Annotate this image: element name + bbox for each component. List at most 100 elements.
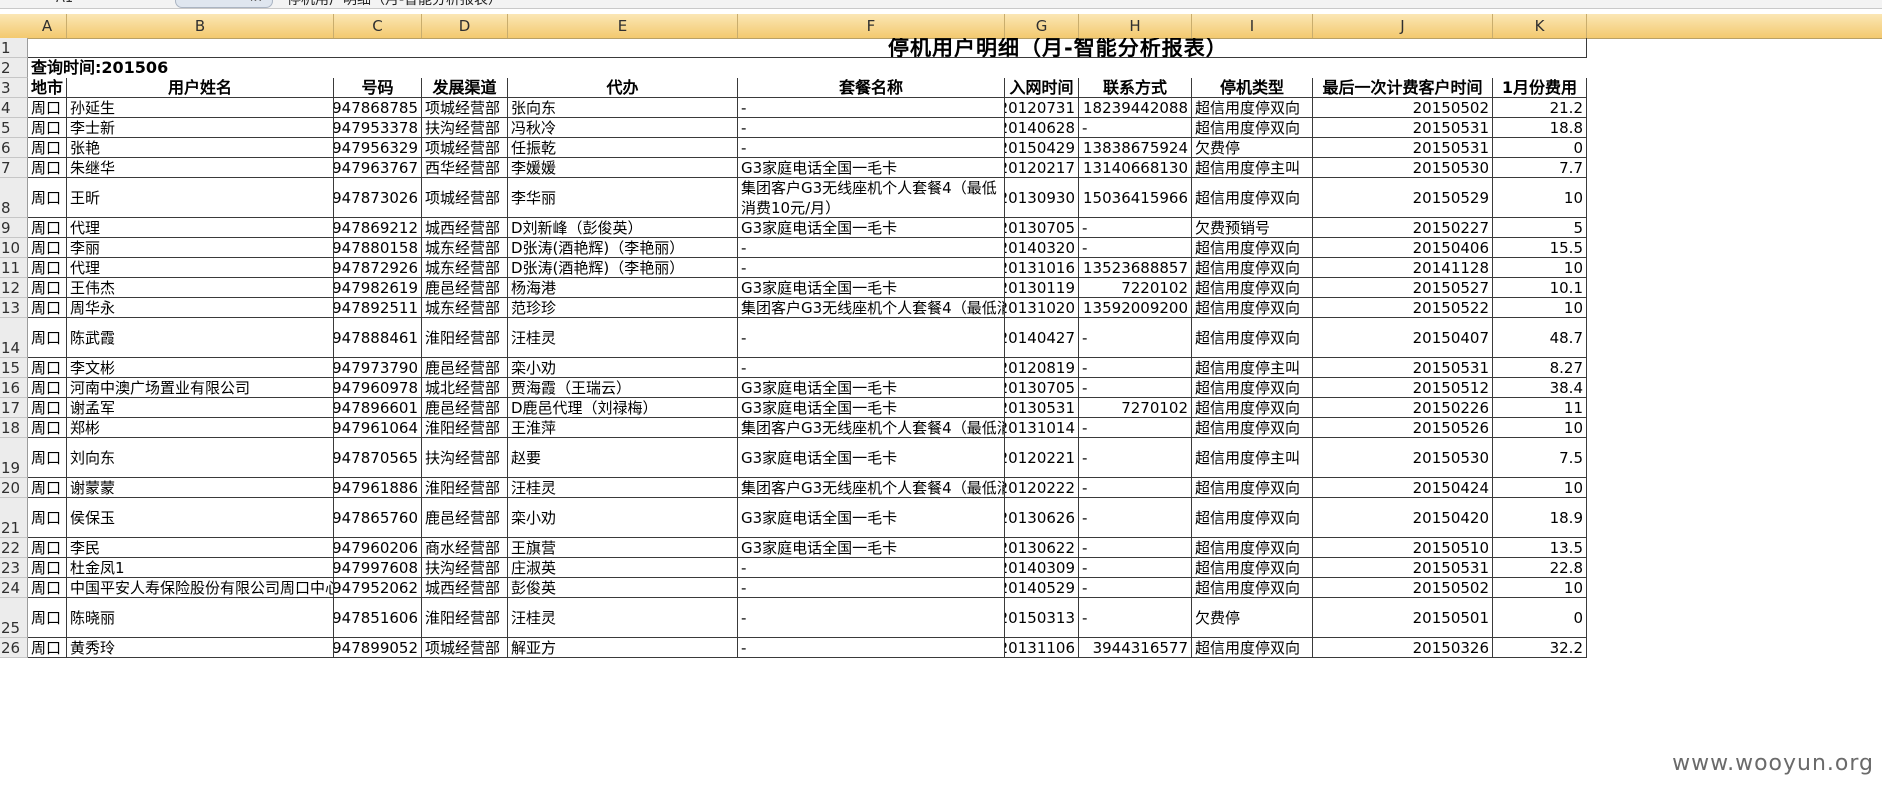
- table-cell-channel[interactable]: 城北经营部: [422, 378, 508, 398]
- table-cell-name[interactable]: 王昕: [67, 178, 334, 218]
- table-cell-channel[interactable]: 城西经营部: [422, 218, 508, 238]
- table-cell-last[interactable]: 20150226: [1313, 398, 1493, 418]
- table-cell-city[interactable]: 周口: [28, 138, 67, 158]
- table-cell-plan[interactable]: -: [738, 578, 1005, 598]
- table-cell-name[interactable]: 河南中澳广场置业有限公司: [67, 378, 334, 398]
- table-cell-type[interactable]: 超信用度停双向: [1192, 378, 1313, 398]
- table-cell-num[interactable]: 3947872926: [334, 258, 422, 278]
- table-cell-agent[interactable]: 汪桂灵: [508, 598, 738, 638]
- table-cell-fee[interactable]: 10: [1493, 258, 1587, 278]
- table-cell-name[interactable]: 代理: [67, 258, 334, 278]
- table-cell-name[interactable]: 张艳: [67, 138, 334, 158]
- column-header-i[interactable]: I: [1192, 14, 1313, 38]
- table-cell-agent[interactable]: 范珍珍: [508, 298, 738, 318]
- table-cell-agent[interactable]: 解亚方: [508, 638, 738, 658]
- table-cell-join[interactable]: 20131106: [1005, 638, 1079, 658]
- table-cell-agent[interactable]: 王淮萍: [508, 418, 738, 438]
- table-cell-name[interactable]: 杜金凤1: [67, 558, 334, 578]
- table-cell-name[interactable]: 李民: [67, 538, 334, 558]
- table-cell-num[interactable]: 3947956329: [334, 138, 422, 158]
- table-cell-num[interactable]: 3947982619: [334, 278, 422, 298]
- row-header-1[interactable]: 1: [0, 38, 28, 58]
- table-cell-num[interactable]: 3947865760: [334, 498, 422, 538]
- table-cell-join[interactable]: 20130705: [1005, 378, 1079, 398]
- table-cell-fee[interactable]: 0: [1493, 138, 1587, 158]
- table-cell-type[interactable]: 超信用度停双向: [1192, 638, 1313, 658]
- table-cell-plan[interactable]: -: [738, 258, 1005, 278]
- table-cell-type[interactable]: 超信用度停双向: [1192, 318, 1313, 358]
- table-cell-city[interactable]: 周口: [28, 178, 67, 218]
- formula-input[interactable]: 停机用户明细（月-智能分析报表）: [287, 0, 502, 8]
- table-cell-city[interactable]: 周口: [28, 158, 67, 178]
- header-1[interactable]: 地市: [28, 78, 67, 98]
- header-11[interactable]: 1月份费用: [1493, 78, 1587, 98]
- table-cell-channel[interactable]: 淮阳经营部: [422, 318, 508, 358]
- table-cell-last[interactable]: 20150512: [1313, 378, 1493, 398]
- column-header-a[interactable]: A: [28, 14, 67, 38]
- table-cell-fee[interactable]: 10.1: [1493, 278, 1587, 298]
- table-cell-channel[interactable]: 淮阳经营部: [422, 418, 508, 438]
- table-cell-join[interactable]: 20140320: [1005, 238, 1079, 258]
- table-cell-type[interactable]: 超信用度停主叫: [1192, 358, 1313, 378]
- row-header-7[interactable]: 7: [0, 158, 28, 178]
- table-cell-plan[interactable]: G3家庭电话全国一毛卡: [738, 158, 1005, 178]
- table-cell-contact[interactable]: 18239442088: [1079, 98, 1192, 118]
- table-cell-last[interactable]: 20150527: [1313, 278, 1493, 298]
- table-cell-last[interactable]: 20150501: [1313, 598, 1493, 638]
- table-cell-plan[interactable]: G3家庭电话全国一毛卡: [738, 538, 1005, 558]
- table-cell-city[interactable]: 周口: [28, 558, 67, 578]
- table-cell-city[interactable]: 周口: [28, 378, 67, 398]
- table-cell-contact[interactable]: -: [1079, 498, 1192, 538]
- table-cell-contact[interactable]: 13523688857: [1079, 258, 1192, 278]
- table-cell-plan[interactable]: G3家庭电话全国一毛卡: [738, 498, 1005, 538]
- table-cell-type[interactable]: 超信用度停双向: [1192, 98, 1313, 118]
- row-header-14[interactable]: 14: [0, 318, 28, 358]
- table-cell-contact[interactable]: -: [1079, 378, 1192, 398]
- table-cell-fee[interactable]: 10: [1493, 478, 1587, 498]
- table-cell-join[interactable]: 20131016: [1005, 258, 1079, 278]
- table-cell-name[interactable]: 刘向东: [67, 438, 334, 478]
- table-cell-join[interactable]: 20130930: [1005, 178, 1079, 218]
- row-header-8[interactable]: 8: [0, 178, 28, 218]
- table-cell-type[interactable]: 超信用度停主叫: [1192, 158, 1313, 178]
- table-cell-plan[interactable]: 集团客户G3无线座机个人套餐4（最低消费10元/月）: [738, 478, 1005, 498]
- row-header-25[interactable]: 25: [0, 598, 28, 638]
- table-cell-type[interactable]: 欠费停: [1192, 598, 1313, 638]
- header-8[interactable]: 联系方式: [1079, 78, 1192, 98]
- row-header-6[interactable]: 6: [0, 138, 28, 158]
- table-cell-fee[interactable]: 38.4: [1493, 378, 1587, 398]
- table-cell-last[interactable]: 20150530: [1313, 158, 1493, 178]
- table-cell-contact[interactable]: -: [1079, 238, 1192, 258]
- table-cell-last[interactable]: 20150529: [1313, 178, 1493, 218]
- table-cell-agent[interactable]: 栾小劝: [508, 498, 738, 538]
- table-cell-channel[interactable]: 鹿邑经营部: [422, 358, 508, 378]
- column-header-b[interactable]: B: [67, 14, 334, 38]
- table-cell-city[interactable]: 周口: [28, 638, 67, 658]
- table-cell-join[interactable]: 20131020: [1005, 298, 1079, 318]
- table-cell-contact[interactable]: -: [1079, 318, 1192, 358]
- table-cell-type[interactable]: 超信用度停双向: [1192, 178, 1313, 218]
- row-header-24[interactable]: 24: [0, 578, 28, 598]
- table-cell-fee[interactable]: 13.5: [1493, 538, 1587, 558]
- table-cell-city[interactable]: 周口: [28, 238, 67, 258]
- table-cell-last[interactable]: 20150502: [1313, 578, 1493, 598]
- table-cell-join[interactable]: 20130705: [1005, 218, 1079, 238]
- table-cell-city[interactable]: 周口: [28, 358, 67, 378]
- table-cell-plan[interactable]: -: [738, 558, 1005, 578]
- table-cell-city[interactable]: 周口: [28, 398, 67, 418]
- table-cell-name[interactable]: 郑彬: [67, 418, 334, 438]
- table-cell-agent[interactable]: 杨海港: [508, 278, 738, 298]
- table-cell-name[interactable]: 陈晓丽: [67, 598, 334, 638]
- header-10[interactable]: 最后一次计费客户时间: [1313, 78, 1493, 98]
- table-cell-agent[interactable]: 任振乾: [508, 138, 738, 158]
- table-cell-join[interactable]: 20120819: [1005, 358, 1079, 378]
- table-cell-type[interactable]: 超信用度停主叫: [1192, 438, 1313, 478]
- table-cell-city[interactable]: 周口: [28, 258, 67, 278]
- table-cell-num[interactable]: 3947961064: [334, 418, 422, 438]
- row-header-10[interactable]: 10: [0, 238, 28, 258]
- table-cell-agent[interactable]: D鹿邑代理（刘禄梅）: [508, 398, 738, 418]
- table-cell-city[interactable]: 周口: [28, 418, 67, 438]
- table-cell-num[interactable]: 3947952062: [334, 578, 422, 598]
- column-header-g[interactable]: G: [1005, 14, 1079, 38]
- table-cell-channel[interactable]: 扶沟经营部: [422, 438, 508, 478]
